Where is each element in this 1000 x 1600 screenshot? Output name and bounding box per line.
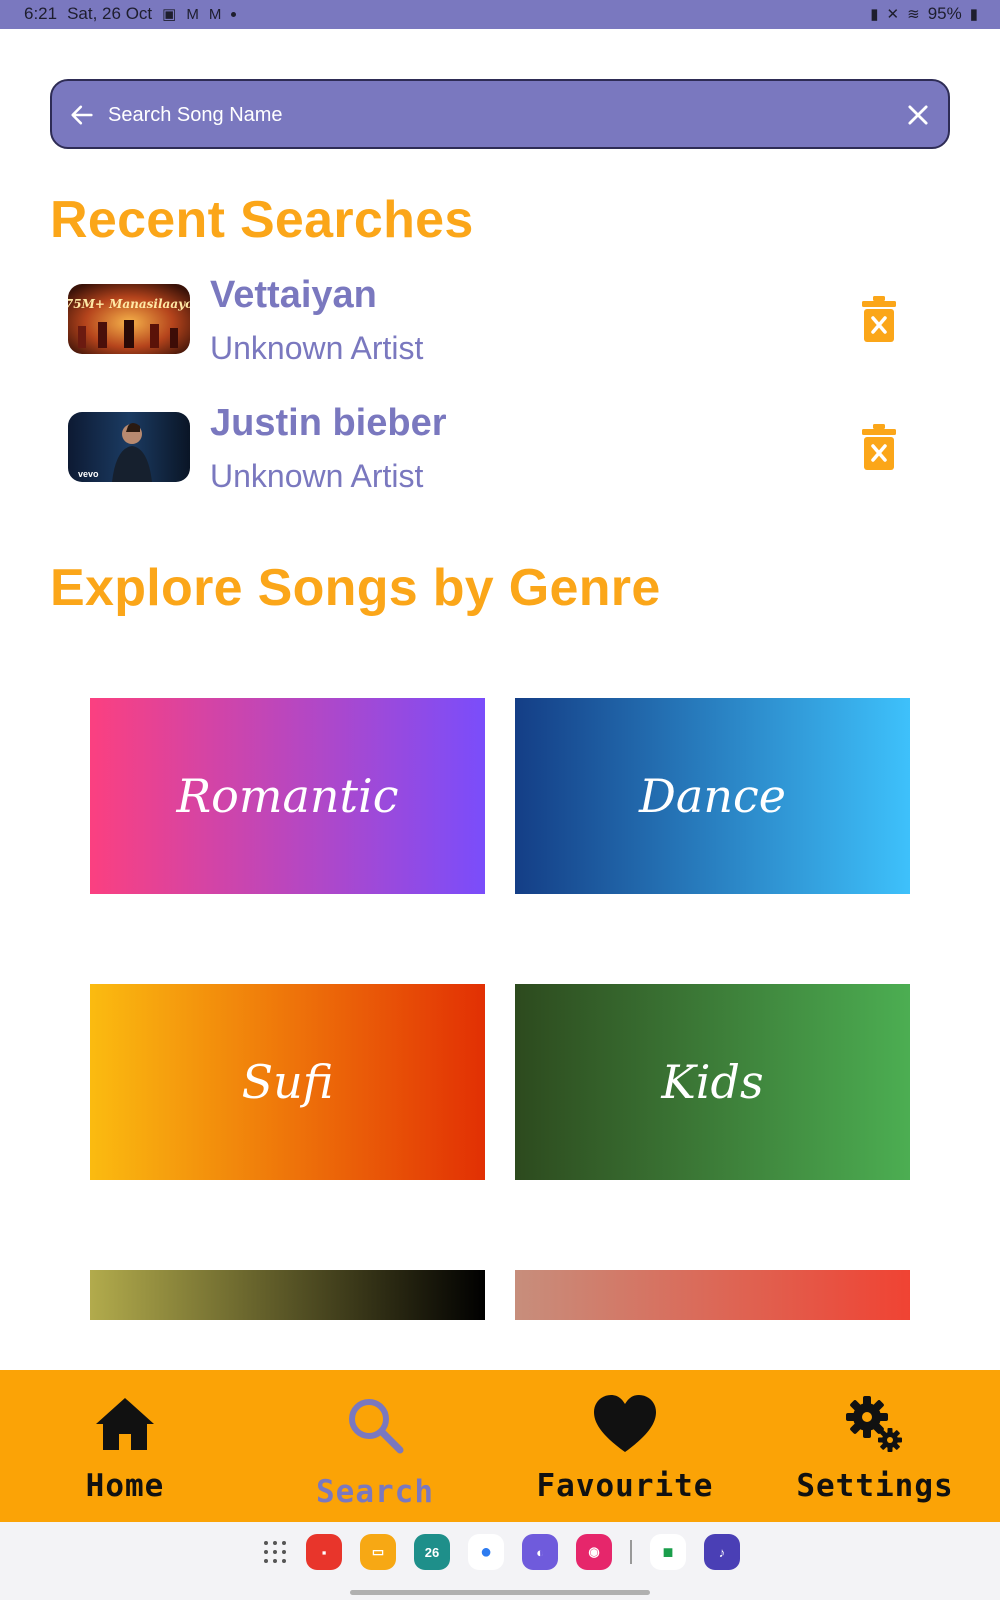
genre-tile-romantic[interactable]: Romantic [90, 698, 485, 894]
files-app-icon[interactable]: ▭ [360, 1534, 396, 1570]
back-arrow-icon[interactable] [68, 101, 96, 129]
genre-tile-partial-1[interactable] [90, 1270, 485, 1320]
nav-favourite-label: Favourite [536, 1468, 714, 1504]
thumbnail-text: 75M+ Manasilaayo [68, 297, 190, 311]
song-thumbnail: 75M+ Manasilaayo [68, 284, 190, 354]
gmail-notification-icon: M [186, 5, 199, 23]
nav-settings-label: Settings [796, 1468, 954, 1504]
battery-icon: ▮ [969, 5, 978, 23]
messages-app-icon[interactable]: ● [468, 1534, 504, 1570]
gallery-notification-icon: ▣ [162, 5, 177, 23]
close-icon[interactable] [904, 101, 932, 129]
status-date: Sat, 26 Oct [67, 4, 153, 23]
explore-genre-heading: Explore Songs by Genre [50, 559, 661, 617]
lock-icon: ▮ [870, 5, 879, 23]
recent-item-title: Justin bieber [210, 402, 447, 444]
thumbnail-text: vevo [78, 469, 99, 479]
notes-app-icon[interactable]: ▪ [306, 1534, 342, 1570]
home-icon [96, 1398, 154, 1450]
delete-icon[interactable] [862, 296, 896, 342]
app-drawer-icon[interactable] [262, 1539, 288, 1565]
music-app-icon[interactable]: ♪ [704, 1534, 740, 1570]
nav-search[interactable]: Search [250, 1370, 500, 1522]
search-icon [349, 1399, 404, 1454]
recent-item[interactable]: 75M+ Manasilaayo Vettaiyan Unknown Artis… [68, 274, 918, 374]
mute-icon: ✕ [886, 5, 900, 23]
meet-app-icon[interactable]: ■ [650, 1534, 686, 1570]
gears-icon [846, 1396, 902, 1452]
recent-item[interactable]: vevo Justin bieber Unknown Artist [68, 402, 918, 502]
genre-tile-kids[interactable]: Kids [515, 984, 910, 1180]
genre-tile-dance[interactable]: Dance [515, 698, 910, 894]
browser-app-icon[interactable]: ◐ [522, 1534, 558, 1570]
wifi-icon: ≋ [907, 5, 920, 23]
camera-app-icon[interactable]: ◉ [576, 1534, 612, 1570]
more-notifications-icon [231, 11, 237, 17]
recent-item-artist: Unknown Artist [210, 330, 424, 366]
battery-percent: 95% [927, 4, 962, 23]
status-bar: 6:21 Sat, 26 Oct ▣ M M ▮ ✕ ≋ 95% ▮ [0, 0, 1000, 29]
status-time: 6:21 [24, 4, 58, 23]
search-input[interactable] [108, 95, 868, 135]
song-thumbnail: vevo [68, 412, 190, 482]
nav-settings[interactable]: Settings [750, 1370, 1000, 1522]
calendar-day: 26 [424, 1544, 440, 1560]
system-dock: ▪ ▭ 26 ● ◐ ◉ ■ ♪ [0, 1522, 1000, 1600]
search-bar [50, 79, 950, 149]
recent-item-title: Vettaiyan [210, 274, 377, 316]
recent-item-artist: Unknown Artist [210, 458, 424, 494]
recent-searches-heading: Recent Searches [50, 191, 474, 249]
gesture-handle[interactable] [350, 1590, 650, 1595]
bottom-navigation: Home Search Favourite Settings [0, 1370, 1000, 1522]
nav-search-label: Search [316, 1474, 434, 1510]
nav-favourite[interactable]: Favourite [500, 1370, 750, 1522]
calendar-app-icon[interactable]: 26 [414, 1534, 450, 1570]
nav-home-label: Home [85, 1468, 165, 1504]
gmail-notification-icon-2: M [208, 5, 222, 23]
heart-icon [594, 1395, 656, 1452]
dock-divider [630, 1540, 632, 1564]
nav-home[interactable]: Home [0, 1370, 250, 1522]
genre-tile-partial-2[interactable] [515, 1270, 910, 1320]
genre-tile-sufi[interactable]: Sufi [90, 984, 485, 1180]
delete-icon[interactable] [862, 424, 896, 470]
